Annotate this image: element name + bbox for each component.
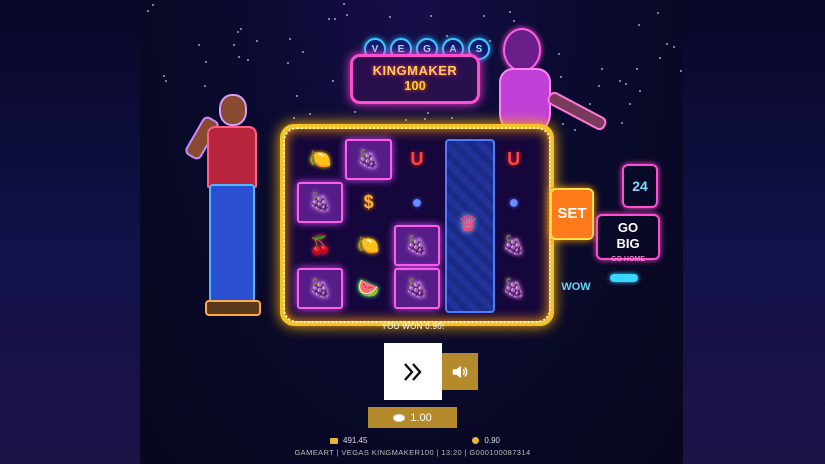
plum-icon: ● bbox=[491, 182, 537, 223]
star bbox=[198, 44, 200, 46]
star bbox=[332, 80, 334, 82]
win-message: YOU WON 0.90! bbox=[370, 322, 456, 331]
woman-leg bbox=[545, 90, 608, 132]
man-head bbox=[219, 94, 247, 126]
man-shirt bbox=[207, 126, 257, 188]
sign-big-label: BIG bbox=[616, 236, 639, 251]
stats-bar: 491.45 0.90 bbox=[330, 436, 500, 445]
sign-home-label: GO HOME bbox=[598, 252, 658, 268]
woman-hair bbox=[503, 28, 541, 72]
locked-reel-cell bbox=[442, 139, 488, 180]
dollar-icon: $ bbox=[345, 182, 391, 223]
bet-button[interactable]: 1.00 bbox=[368, 407, 457, 428]
lemon-icon: 🍋 bbox=[345, 225, 391, 266]
lemon-icon: 🍋 bbox=[297, 139, 343, 180]
star bbox=[343, 3, 345, 5]
left-backdrop bbox=[0, 0, 140, 464]
double-chevron-right-icon bbox=[400, 359, 426, 385]
logo-number: 100 bbox=[353, 78, 477, 93]
star bbox=[659, 57, 661, 59]
star bbox=[509, 11, 511, 13]
plum-icon: ● bbox=[394, 182, 440, 223]
sign-wow: WOW bbox=[556, 280, 596, 294]
star bbox=[287, 62, 289, 64]
star bbox=[680, 70, 682, 72]
cherry-icon: 🍒 bbox=[297, 225, 343, 266]
star bbox=[446, 35, 448, 37]
grapes-icon: 🍇 bbox=[491, 225, 537, 266]
wallet-icon bbox=[330, 438, 338, 444]
neon-signs: 24 SET GO BIG GO HOME WOW bbox=[550, 128, 670, 328]
sound-button[interactable] bbox=[442, 353, 478, 390]
star bbox=[309, 113, 311, 115]
neon-man-character bbox=[193, 92, 271, 320]
sign-set: SET bbox=[550, 188, 594, 240]
grapes-icon: 🍇 bbox=[394, 268, 440, 309]
star bbox=[451, 117, 453, 119]
arrow-sign-icon bbox=[610, 274, 638, 282]
star bbox=[638, 24, 640, 26]
star bbox=[636, 68, 638, 70]
star bbox=[205, 61, 207, 63]
star bbox=[405, 119, 407, 121]
sign-go-label: GO bbox=[618, 220, 638, 235]
sign-24: 24 bbox=[622, 164, 658, 208]
game-logo: V E G A S KINGMAKER 100 bbox=[350, 38, 478, 104]
man-jeans bbox=[209, 184, 255, 306]
logo-board: KINGMAKER 100 bbox=[350, 54, 480, 104]
grapes-icon: 🍇 bbox=[297, 268, 343, 309]
win-value: 0.90 bbox=[484, 436, 500, 445]
horseshoe-icon: U bbox=[394, 139, 440, 180]
balance-stat: 491.45 bbox=[330, 436, 367, 445]
logo-title: KINGMAKER bbox=[353, 63, 477, 78]
balance-value: 491.45 bbox=[343, 436, 367, 445]
win-stat: 0.90 bbox=[472, 436, 500, 445]
grapes-icon: 🍇 bbox=[297, 182, 343, 223]
locked-reel-cell bbox=[442, 268, 488, 309]
star bbox=[625, 83, 627, 85]
star bbox=[657, 12, 659, 14]
reel-frame: 🍋 🍇 U U 🍇 $ ● ● 🍒 🍋 🍇 🍇 🍇 🍉 🍇 🍇 ♛ bbox=[280, 124, 554, 326]
star bbox=[666, 43, 668, 45]
man-shoes bbox=[205, 300, 261, 316]
horseshoe-icon: U bbox=[491, 139, 537, 180]
star bbox=[334, 18, 336, 20]
bet-value: 1.00 bbox=[410, 412, 431, 424]
speaker-icon bbox=[451, 363, 469, 381]
watermelon-icon: 🍉 bbox=[345, 268, 391, 309]
grapes-icon: 🍇 bbox=[345, 139, 391, 180]
grapes-icon: 🍇 bbox=[394, 225, 440, 266]
coin-stack-icon bbox=[472, 437, 479, 444]
spin-button[interactable] bbox=[384, 343, 442, 400]
star bbox=[346, 14, 348, 16]
star bbox=[256, 40, 258, 42]
coin-icon bbox=[393, 414, 405, 422]
reel-grid: 🍋 🍇 U U 🍇 $ ● ● 🍒 🍋 🍇 🍇 🍇 🍉 🍇 🍇 bbox=[297, 139, 537, 309]
grapes-icon: 🍇 bbox=[491, 268, 537, 309]
right-backdrop bbox=[683, 0, 825, 464]
crown-icon: ♛ bbox=[445, 204, 491, 244]
footer-info: GAMEART | VEGAS KINGMAKER100 | 13:20 | G… bbox=[0, 448, 825, 457]
sign-go-big: GO BIG GO HOME bbox=[596, 214, 660, 260]
star bbox=[296, 95, 298, 97]
